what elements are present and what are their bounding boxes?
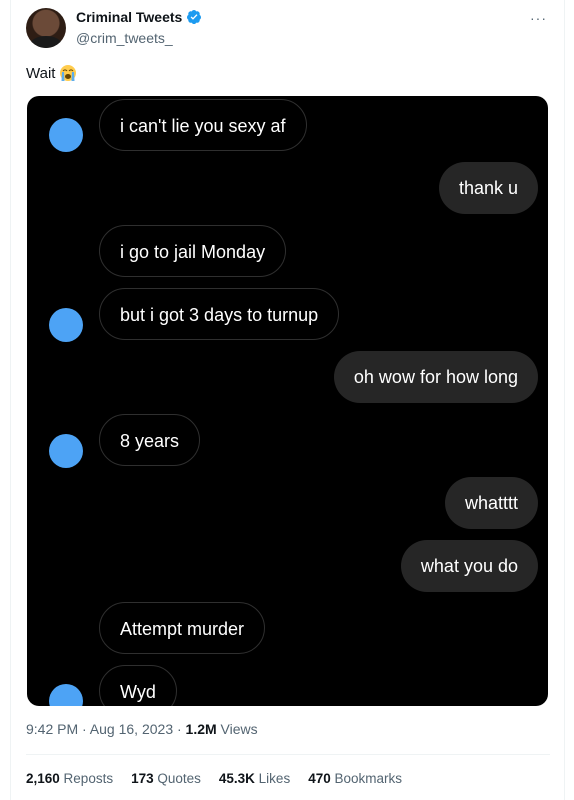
timeline-border-right [564,0,565,800]
avatar-shirt [30,36,62,48]
quotes-count: 173 [131,771,154,786]
bookmarks-stat[interactable]: 470 Bookmarks [308,771,402,786]
quotes-label: Quotes [153,771,201,786]
contact-avatar-dot [49,684,83,706]
reposts-label: Reposts [59,771,114,786]
message-received: 8 years [99,414,201,466]
message-sent: whatttt [444,477,538,529]
message-sent: what you do [400,540,538,592]
timeline-border-left [10,0,11,800]
reposts-count: 2,160 [26,771,60,786]
message-received: i can't lie you sexy af [99,99,307,151]
contact-avatar-dot [49,434,83,468]
bookmarks-count: 470 [308,771,331,786]
more-options-icon[interactable]: ··· [530,10,547,26]
quotes-stat[interactable]: 173 Quotes [131,771,201,786]
divider [26,754,550,755]
message-received: i go to jail Monday [99,225,287,277]
author-name-row[interactable]: Criminal Tweets [76,9,202,25]
likes-stat[interactable]: 45.3K Likes [219,771,290,786]
chat-screenshot-image[interactable]: i can't lie you sexy af thank u i go to … [27,96,548,706]
message-sent: thank u [438,162,538,214]
tweet-timestamp[interactable]: 9:42 PM · Aug 16, 2023 · [26,721,186,737]
author-handle[interactable]: @crim_tweets_ [76,30,173,46]
message-sent: oh wow for how long [333,351,538,403]
tweet-text: Wait [26,64,77,82]
likes-count: 45.3K [218,771,255,786]
message-received: Attempt murder [99,602,266,654]
likes-label: Likes [254,771,291,786]
author-avatar[interactable] [26,8,66,48]
tweet-text-content: Wait [26,64,56,82]
verified-badge-icon [187,10,202,24]
contact-avatar-dot [49,308,83,342]
message-received: Wyd [99,665,177,706]
author-display-name[interactable]: Criminal Tweets [76,9,182,25]
views-count: 1.2M [185,721,217,737]
reposts-stat[interactable]: 2,160 Reposts [26,771,113,786]
loudly-crying-face-emoji-icon [60,65,77,81]
engagement-stats: 2,160 Reposts 173 Quotes 45.3K Likes 470… [26,771,402,786]
bookmarks-label: Bookmarks [330,771,403,786]
tweet-timestamp-views: 9:42 PM · Aug 16, 2023 · 1.2M Views [26,721,258,737]
message-received: but i got 3 days to turnup [99,288,340,340]
views-label: Views [216,721,258,737]
contact-avatar-dot [49,118,83,152]
